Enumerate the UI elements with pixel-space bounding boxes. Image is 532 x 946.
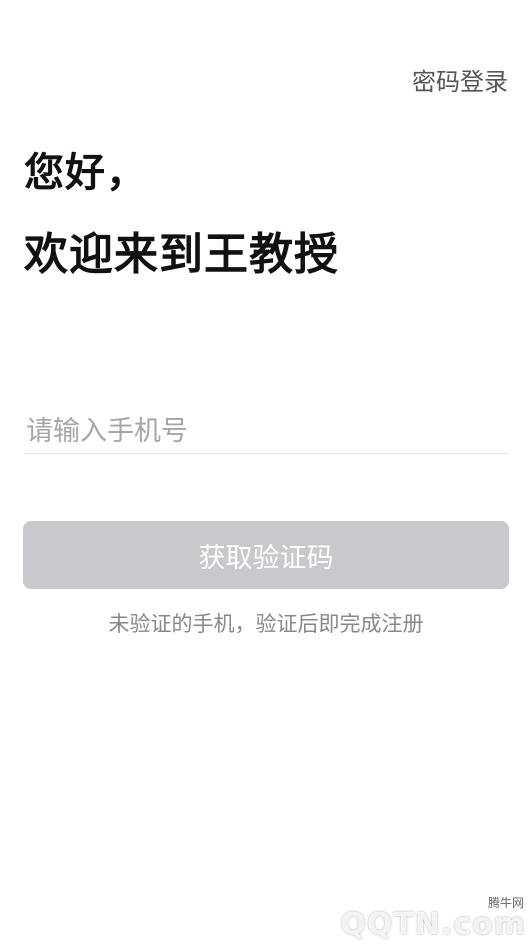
watermark-logo: 腾牛网 QQTN.com — [316, 894, 526, 942]
greeting-title: 您好， — [24, 150, 147, 196]
watermark-site: QQTN.com — [340, 907, 526, 942]
registration-hint: 未验证的手机，验证后即完成注册 — [108, 612, 424, 636]
password-login-link[interactable]: 密码登录 — [412, 62, 508, 97]
welcome-title: 欢迎来到王教授 — [24, 229, 339, 280]
get-verification-code-button[interactable]: 获取验证码 — [23, 521, 509, 589]
phone-number-input[interactable] — [24, 410, 508, 454]
